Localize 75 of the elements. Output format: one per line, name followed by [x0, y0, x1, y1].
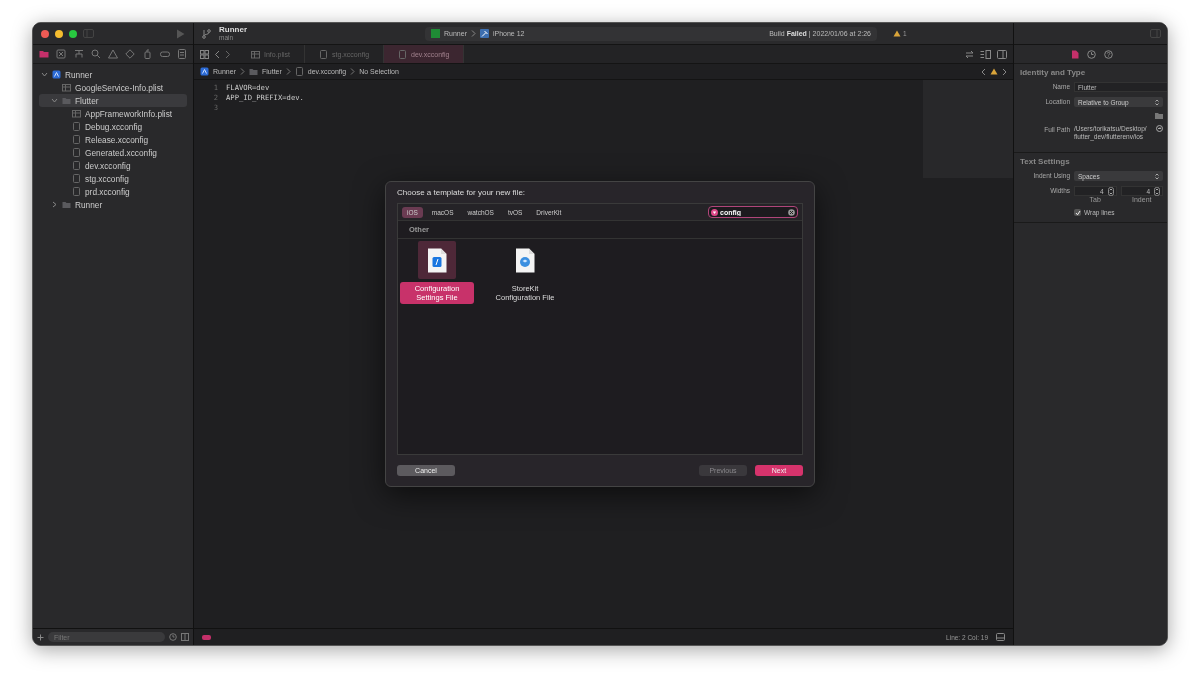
swap-icon[interactable]: [965, 49, 974, 59]
chevron-icon: [41, 71, 48, 78]
grid-icon[interactable]: [181, 633, 189, 641]
tree-item[interactable]: GoogleService-Info.plist: [39, 81, 187, 94]
tree-item[interactable]: Release.xcconfig: [39, 133, 187, 146]
folder-icon[interactable]: [39, 49, 49, 59]
back-icon[interactable]: [981, 67, 986, 76]
clock-icon[interactable]: [1086, 49, 1096, 59]
filter-icon: [711, 208, 718, 216]
tree-item[interactable]: Runner: [39, 68, 187, 81]
list-icon[interactable]: [177, 49, 187, 59]
tree-item[interactable]: stg.xcconfig: [39, 172, 187, 185]
search-icon[interactable]: [90, 49, 101, 59]
table-icon: [251, 49, 260, 59]
hierarchy-icon[interactable]: [73, 49, 84, 59]
section-title: Text Settings: [1020, 157, 1071, 166]
tree-item[interactable]: AppFrameworkInfo.plist: [39, 107, 187, 120]
table-icon: [62, 83, 71, 92]
forward-icon[interactable]: [1002, 67, 1007, 76]
checkmark-icon: [1074, 209, 1081, 216]
stepper-icon: [1107, 187, 1114, 196]
warning-icon: [990, 68, 998, 75]
updown-icon: [1155, 98, 1159, 106]
grid-icon: [200, 49, 209, 59]
chevron-icon: [51, 97, 58, 104]
project-icon: [52, 70, 61, 79]
diamond-icon[interactable]: [125, 49, 136, 59]
stepper-icon: [1154, 187, 1160, 196]
settings-file-icon: [427, 247, 447, 273]
folder-icon: [62, 200, 71, 209]
tree-item[interactable]: Generated.xcconfig: [39, 146, 187, 159]
forward-icon[interactable]: [225, 49, 231, 59]
document-icon: [398, 49, 408, 59]
clock-icon[interactable]: [169, 633, 177, 641]
sidebar-toggle-icon[interactable]: [83, 29, 94, 38]
tree-item[interactable]: dev.xcconfig: [39, 159, 187, 172]
tree-item[interactable]: Flutter: [39, 94, 187, 107]
document-icon[interactable]: [1070, 49, 1079, 59]
checkbox[interactable]: [1074, 209, 1081, 216]
panel-icon[interactable]: [996, 633, 1005, 641]
play-icon[interactable]: [176, 28, 185, 39]
back-icon[interactable]: [214, 49, 220, 59]
folder-icon: [62, 96, 71, 105]
branch-icon: [202, 28, 211, 39]
chevron-icon: [350, 68, 356, 75]
help-icon[interactable]: [1103, 49, 1113, 59]
chevron-icon: [285, 68, 291, 75]
tag-icon: [202, 634, 211, 640]
updown-icon: [1155, 172, 1159, 180]
storekit-file-icon: [515, 247, 535, 273]
table-icon: [72, 109, 81, 118]
project-icon: [200, 67, 209, 76]
chevron-icon: [470, 30, 476, 37]
hammer-icon: [479, 29, 489, 38]
chevron-icon: [51, 201, 58, 208]
warning-icon: [893, 30, 901, 37]
panel-icon[interactable]: [997, 49, 1007, 59]
add-icon[interactable]: [37, 633, 44, 641]
folder-icon: [248, 67, 258, 76]
document-icon: [294, 67, 304, 76]
tag-icon[interactable]: [159, 49, 170, 59]
section-title: Identity and Type: [1020, 68, 1087, 77]
dialog-title: Choose a template for your new file:: [397, 188, 527, 197]
split-icon[interactable]: [980, 49, 991, 59]
chevron-icon: [239, 68, 245, 75]
square-icon[interactable]: [56, 49, 67, 59]
tree-item[interactable]: Runner: [39, 198, 187, 211]
warning-icon[interactable]: [108, 49, 118, 59]
app-icon: [431, 29, 440, 38]
tree-item[interactable]: Debug.xcconfig: [39, 120, 187, 133]
document-icon: [319, 49, 329, 59]
clear-icon[interactable]: [788, 208, 795, 216]
tree-item[interactable]: prd.xcconfig: [39, 185, 187, 198]
project-title: Runner: [219, 25, 247, 34]
folder-icon[interactable]: [1155, 112, 1163, 119]
